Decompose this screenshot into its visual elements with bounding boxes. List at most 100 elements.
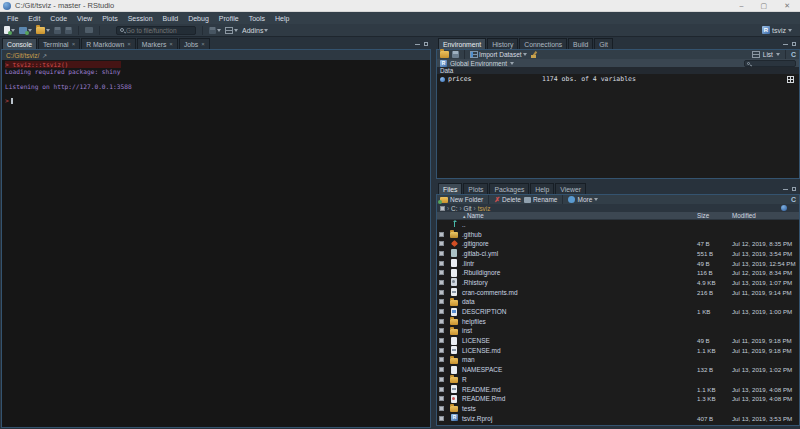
file-row[interactable]: LICENSE.md 1.1 KB Jul 11, 2019, 9:18 PM	[437, 345, 799, 355]
panes-button[interactable]	[225, 27, 238, 34]
column-size[interactable]: Size	[697, 212, 709, 219]
new-folder-button[interactable]: New Folder	[440, 196, 483, 203]
menu-item[interactable]: Build	[158, 15, 184, 22]
more-button[interactable]: More	[568, 196, 598, 203]
file-checkbox[interactable]	[439, 319, 444, 324]
file-row[interactable]: tsviz.Rproj 407 B Jul 13, 2019, 3:53 PM	[437, 413, 799, 423]
list-view-button[interactable]: List	[763, 51, 773, 58]
breadcrumb-segment[interactable]: tsviz	[474, 205, 491, 212]
files-tab[interactable]: Files	[438, 183, 462, 194]
file-row[interactable]: inst	[437, 326, 799, 336]
menu-item[interactable]: Tools	[244, 15, 270, 22]
files-tab[interactable]: Viewer	[555, 183, 586, 194]
file-row[interactable]: .Rhistory 4.9 KB Jul 13, 2019, 1:07 PM	[437, 278, 799, 288]
minimize-panel-icon[interactable]	[415, 44, 420, 45]
environment-search[interactable]	[744, 60, 796, 67]
new-project-button[interactable]	[19, 27, 32, 34]
environment-tab[interactable]: Git	[594, 38, 613, 49]
file-row[interactable]: LICENSE 49 B Jul 11, 2019, 9:18 PM	[437, 336, 799, 346]
close-tab-icon[interactable]: ×	[72, 41, 76, 47]
file-checkbox[interactable]	[439, 309, 444, 314]
menu-item[interactable]: Edit	[23, 15, 45, 22]
column-modified[interactable]: Modified	[732, 212, 756, 219]
file-row[interactable]: README.Rmd 1.3 KB Jul 13, 2019, 4:08 PM	[437, 394, 799, 404]
files-tab[interactable]: Packages	[489, 183, 529, 194]
file-checkbox[interactable]	[439, 416, 444, 421]
save-button[interactable]	[54, 27, 61, 34]
delete-button[interactable]: ✗Delete	[494, 196, 521, 203]
maximize-button[interactable]: ▢	[761, 0, 768, 12]
menu-item[interactable]: File	[2, 15, 23, 22]
file-row[interactable]: data	[437, 297, 799, 307]
minimize-panel-icon[interactable]	[783, 44, 788, 45]
save-all-button[interactable]	[65, 27, 72, 34]
menu-item[interactable]: Profile	[214, 15, 244, 22]
file-row[interactable]: .gitignore 47 B Jul 12, 2019, 8:35 PM	[437, 239, 799, 249]
goto-file-input[interactable]	[126, 27, 194, 34]
popout-button[interactable]	[209, 27, 221, 34]
file-row[interactable]: .lintr 49 B Jul 13, 2019, 12:54 PM	[437, 258, 799, 268]
file-row[interactable]: helpfiles	[437, 316, 799, 326]
menu-item[interactable]: Code	[45, 15, 72, 22]
environment-tab[interactable]: History	[487, 38, 518, 49]
addins-button[interactable]: Addins	[242, 27, 268, 34]
save-workspace-icon[interactable]	[452, 51, 459, 58]
file-row[interactable]: man	[437, 355, 799, 365]
file-checkbox[interactable]	[439, 251, 444, 256]
file-checkbox[interactable]	[439, 241, 444, 246]
file-row[interactable]: ..	[437, 220, 799, 230]
file-checkbox[interactable]	[439, 290, 444, 295]
file-checkbox[interactable]	[439, 280, 444, 285]
new-file-button[interactable]	[4, 26, 15, 34]
rename-button[interactable]: Rename	[524, 196, 558, 203]
environment-object-row[interactable]: prices 1174 obs. of 4 variables	[437, 74, 799, 84]
file-checkbox[interactable]	[439, 406, 444, 411]
menu-item[interactable]: Session	[123, 15, 158, 22]
files-tab[interactable]: Plots	[463, 183, 488, 194]
file-checkbox[interactable]	[439, 377, 444, 382]
import-dataset-button[interactable]: Import Dataset	[470, 51, 527, 58]
open-in-files-icon[interactable]: ↗	[42, 52, 47, 59]
file-row[interactable]: DESCRIPTION 1 KB Jul 13, 2019, 1:00 PM	[437, 307, 799, 317]
maximize-panel-icon[interactable]	[424, 42, 428, 46]
file-checkbox[interactable]	[439, 348, 444, 353]
menu-item[interactable]: Debug	[183, 15, 214, 22]
file-checkbox[interactable]	[439, 396, 444, 401]
console-tab[interactable]: Jobs ×	[179, 38, 210, 49]
goto-file-search[interactable]	[116, 26, 196, 35]
select-all-checkbox[interactable]	[440, 206, 445, 211]
menu-item[interactable]: Plots	[97, 15, 123, 22]
files-tab[interactable]: Help	[530, 183, 554, 194]
file-checkbox[interactable]	[439, 261, 444, 266]
environment-tab[interactable]: Build	[568, 38, 593, 49]
file-checkbox[interactable]	[439, 338, 444, 343]
view-table-icon[interactable]	[787, 76, 794, 83]
environment-tab[interactable]: Environment	[438, 38, 486, 49]
console-tab[interactable]: R Markdown ×	[81, 38, 136, 49]
console-tab[interactable]: Console	[2, 38, 37, 49]
file-checkbox[interactable]	[439, 232, 444, 237]
file-row[interactable]: .Rbuildignore 116 B Jul 12, 2019, 8:34 P…	[437, 268, 799, 278]
close-tab-icon[interactable]: ×	[169, 41, 173, 47]
console-tab[interactable]: Markers ×	[137, 38, 178, 49]
menu-item[interactable]: Help	[270, 15, 294, 22]
refresh-icon[interactable]: C	[791, 196, 796, 204]
minimize-button[interactable]: –	[740, 0, 744, 12]
console-output[interactable]: > tsviz:::tsviz() Loading required packa…	[2, 60, 430, 427]
file-row[interactable]: R	[437, 375, 799, 385]
scope-selector[interactable]: Global Environment	[450, 60, 507, 67]
breadcrumb-segment[interactable]: C:	[447, 205, 457, 212]
file-checkbox[interactable]	[439, 387, 444, 392]
file-checkbox[interactable]	[439, 270, 444, 275]
file-checkbox[interactable]	[439, 367, 444, 372]
clear-objects-icon[interactable]	[530, 51, 538, 59]
maximize-panel-icon[interactable]	[792, 42, 796, 46]
console-tab[interactable]: Terminal ×	[38, 38, 80, 49]
menu-item[interactable]: View	[72, 15, 97, 22]
load-workspace-icon[interactable]	[440, 51, 449, 58]
print-button[interactable]	[85, 27, 93, 33]
close-tab-icon[interactable]: ×	[201, 41, 205, 47]
minimize-panel-icon[interactable]	[783, 189, 788, 190]
column-name[interactable]: Name	[463, 212, 484, 219]
file-row[interactable]: cran-comments.md 216 B Jul 11, 2019, 9:1…	[437, 287, 799, 297]
